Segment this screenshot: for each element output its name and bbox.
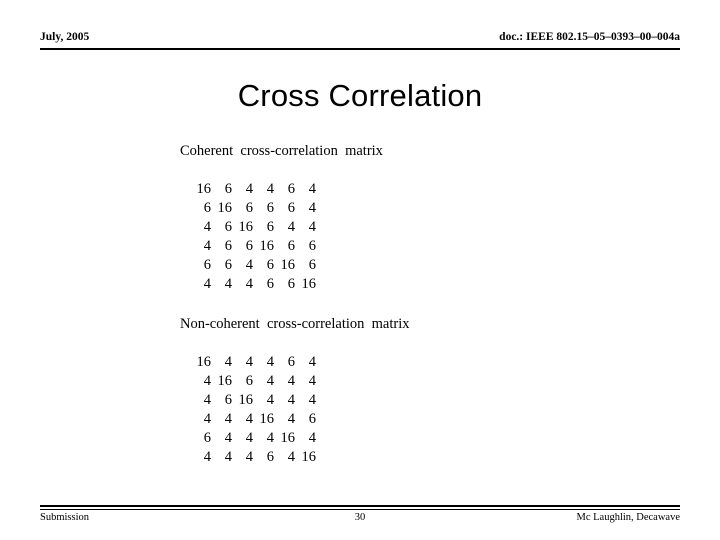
matrix-cell: 6: [287, 181, 295, 197]
matrix-cell: 16: [301, 276, 317, 292]
matrix-cell: 6: [224, 238, 232, 254]
matrix-cell: 6: [245, 373, 253, 389]
noncoherent-matrix-caption: Non-coherent cross-correlation matrix: [180, 316, 410, 332]
matrix-cell: 4: [203, 449, 211, 465]
matrix-cell: 4: [224, 411, 232, 427]
matrix-cell: 4: [287, 411, 295, 427]
matrix-cell: 6: [203, 257, 211, 273]
matrix-cell: 6: [224, 392, 232, 408]
matrix-cell: 16: [196, 181, 212, 197]
matrix-cell: 4: [308, 219, 316, 235]
matrix-cell: 4: [287, 219, 295, 235]
matrix-cell: 6: [203, 430, 211, 446]
matrix-cell: 4: [266, 373, 274, 389]
matrix-cell: 16: [217, 373, 233, 389]
table-row: 4 4 4 6 6 16: [190, 275, 316, 294]
matrix-cell: 16: [280, 430, 296, 446]
matrix-cell: 4: [203, 276, 211, 292]
matrix-cell: 4: [224, 354, 232, 370]
header-doc-id: doc.: IEEE 802.15–05–0393–00–004a: [499, 31, 680, 43]
table-row: 6 6 4 6 16 6: [190, 256, 316, 275]
matrix-cell: 4: [245, 354, 253, 370]
matrix-cell: 4: [203, 411, 211, 427]
matrix-cell: 6: [266, 219, 274, 235]
matrix-cell: 4: [245, 449, 253, 465]
table-row: 4 6 16 6 4 4: [190, 218, 316, 237]
matrix-cell: 4: [287, 392, 295, 408]
matrix-cell: 6: [308, 411, 316, 427]
matrix-cell: 6: [224, 181, 232, 197]
matrix-cell: 4: [203, 219, 211, 235]
matrix-cell: 4: [203, 392, 211, 408]
table-row: 6 16 6 6 6 4: [190, 199, 316, 218]
matrix-cell: 16: [238, 392, 254, 408]
footer-author: Mc Laughlin, Decawave: [576, 512, 681, 523]
coherent-matrix-table: 16 6 4 4 6 4 6 16 6 6 6 4 4 6 16 6 4 4 4…: [190, 180, 317, 294]
matrix-cell: 6: [266, 257, 274, 273]
table-row: 4 6 16 4 4 4: [190, 391, 316, 410]
matrix-cell: 4: [224, 276, 232, 292]
matrix-cell: 4: [245, 430, 253, 446]
table-row: 16 6 4 4 6 4: [190, 180, 317, 199]
matrix-cell: 4: [308, 430, 316, 446]
matrix-cell: 4: [287, 449, 295, 465]
matrix-cell: 6: [287, 354, 295, 370]
matrix-cell: 4: [308, 392, 316, 408]
matrix-cell: 16: [217, 200, 233, 216]
table-row: 4 16 6 4 4 4: [190, 372, 316, 391]
matrix-cell: 6: [308, 238, 316, 254]
coherent-matrix-caption: Coherent cross-correlation matrix: [180, 143, 383, 159]
matrix-cell: 4: [308, 354, 316, 370]
matrix-cell: 4: [203, 238, 211, 254]
slide-footer: Submission 30 Mc Laughlin, Decawave: [40, 512, 680, 528]
coherent-matrix-body: 16 6 4 4 6 4 6 16 6 6 6 4 4 6 16 6 4 4 4…: [190, 180, 317, 294]
matrix-cell: 16: [259, 238, 275, 254]
matrix-cell: 4: [224, 430, 232, 446]
footer-divider-thick: [40, 505, 680, 507]
matrix-cell: 4: [245, 257, 253, 273]
matrix-cell: 6: [266, 449, 274, 465]
table-row: 16 4 4 4 6 4: [190, 353, 317, 372]
header-date: July, 2005: [40, 31, 90, 43]
matrix-cell: 6: [224, 219, 232, 235]
matrix-cell: 16: [196, 354, 212, 370]
matrix-cell: 4: [245, 411, 253, 427]
matrix-cell: 4: [266, 181, 274, 197]
matrix-cell: 4: [245, 181, 253, 197]
matrix-cell: 6: [266, 276, 274, 292]
matrix-cell: 16: [259, 411, 275, 427]
matrix-cell: 6: [245, 200, 253, 216]
matrix-cell: 4: [287, 373, 295, 389]
matrix-cell: 6: [224, 257, 232, 273]
matrix-cell: 4: [308, 181, 316, 197]
table-row: 6 4 4 4 16 4: [190, 429, 316, 448]
matrix-cell: 16: [238, 219, 254, 235]
matrix-cell: 4: [224, 449, 232, 465]
table-row: 4 4 4 6 4 16: [190, 448, 316, 467]
footer-divider-thin: [40, 509, 680, 510]
table-row: 4 6 6 16 6 6: [190, 237, 316, 256]
matrix-cell: 16: [280, 257, 296, 273]
matrix-cell: 4: [266, 430, 274, 446]
matrix-cell: 6: [287, 276, 295, 292]
noncoherent-matrix-body: 16 4 4 4 6 4 4 16 6 4 4 4 4 6 16 4 4 4 4…: [190, 353, 317, 467]
noncoherent-matrix-table: 16 4 4 4 6 4 4 16 6 4 4 4 4 6 16 4 4 4 4…: [190, 353, 317, 467]
matrix-cell: 6: [203, 200, 211, 216]
matrix-cell: 6: [245, 238, 253, 254]
matrix-cell: 6: [308, 257, 316, 273]
header-divider: [40, 48, 680, 50]
matrix-cell: 6: [287, 200, 295, 216]
slide-page: { "header": { "date": "July, 2005", "doc…: [0, 0, 720, 540]
matrix-cell: 4: [308, 200, 316, 216]
matrix-cell: 6: [287, 238, 295, 254]
matrix-cell: 4: [245, 276, 253, 292]
matrix-cell: 16: [301, 449, 317, 465]
page-title: Cross Correlation: [237, 78, 483, 113]
matrix-cell: 4: [266, 354, 274, 370]
table-row: 4 4 4 16 4 6: [190, 410, 316, 429]
matrix-cell: 4: [308, 373, 316, 389]
matrix-cell: 6: [266, 200, 274, 216]
matrix-cell: 4: [266, 392, 274, 408]
matrix-cell: 4: [203, 373, 211, 389]
